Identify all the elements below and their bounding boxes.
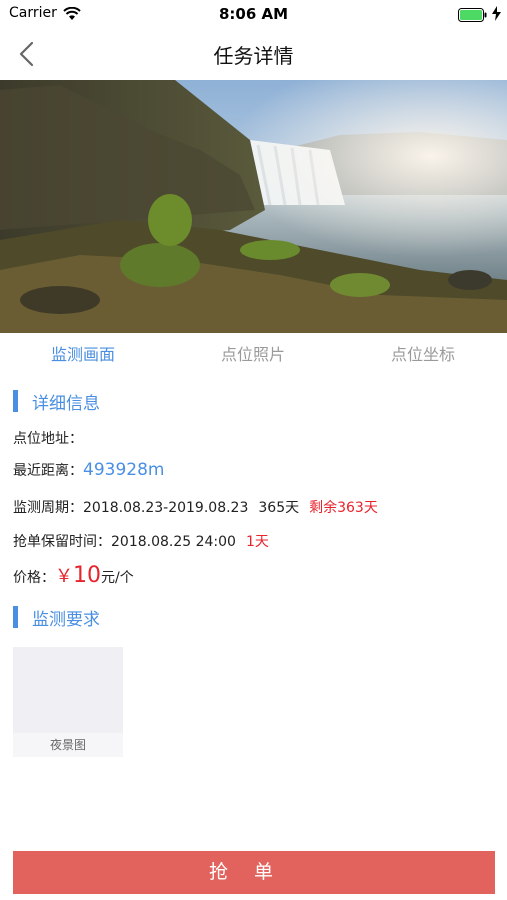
price-row: 价格：￥10元/个 <box>13 562 134 588</box>
price-label: 价格： <box>13 570 55 586</box>
period-row: 监测周期：2018.08.23-2019.08.23 365天 剩余363天 <box>13 497 378 517</box>
distance-value: 493928m <box>83 460 165 480</box>
period-range: 2018.08.23-2019.08.23 <box>83 500 249 516</box>
section-marker <box>13 390 18 412</box>
requirements-section-title: 监测要求 <box>32 610 100 630</box>
tab-bar: 监测画面 点位照片 点位坐标 <box>0 333 507 371</box>
distance-label: 最近距离： <box>13 463 83 479</box>
clock: 8:06 AM <box>218 5 289 23</box>
period-label: 监测周期： <box>13 500 83 516</box>
hold-label: 抢单保留时间： <box>13 534 111 550</box>
battery-icon <box>458 7 488 26</box>
charging-icon <box>492 6 501 25</box>
hero-image <box>0 80 507 333</box>
address-row: 点位地址： <box>13 428 83 448</box>
price-unit: 元/个 <box>101 570 134 586</box>
hold-days: 1天 <box>245 534 269 550</box>
navigation-bar: 任务详情 <box>0 28 507 80</box>
thumbnail-caption: 夜景图 <box>13 733 123 757</box>
address-label: 点位地址： <box>13 431 83 447</box>
distance-row: 最近距离：493928m <box>13 460 164 480</box>
price-symbol: ￥ <box>55 566 73 587</box>
detail-section-title: 详细信息 <box>32 394 100 414</box>
hold-time: 2018.08.25 24:00 <box>111 534 236 550</box>
status-bar: Carrier 8:06 AM <box>0 0 507 28</box>
page-title: 任务详情 <box>213 44 294 68</box>
tab-monitor-view[interactable]: 监测画面 <box>23 341 143 365</box>
tab-point-coordinates[interactable]: 点位坐标 <box>363 341 483 365</box>
hold-time-row: 抢单保留时间：2018.08.25 24:00 1天 <box>13 531 269 551</box>
section-marker <box>13 606 18 628</box>
period-remaining: 剩余363天 <box>309 500 378 516</box>
tab-point-photos[interactable]: 点位照片 <box>193 341 313 365</box>
price-value: 10 <box>73 563 101 588</box>
grab-order-button[interactable]: 抢单 <box>13 851 495 894</box>
requirement-thumbnail[interactable]: 夜景图 <box>13 647 123 757</box>
period-days: 365天 <box>258 500 300 516</box>
